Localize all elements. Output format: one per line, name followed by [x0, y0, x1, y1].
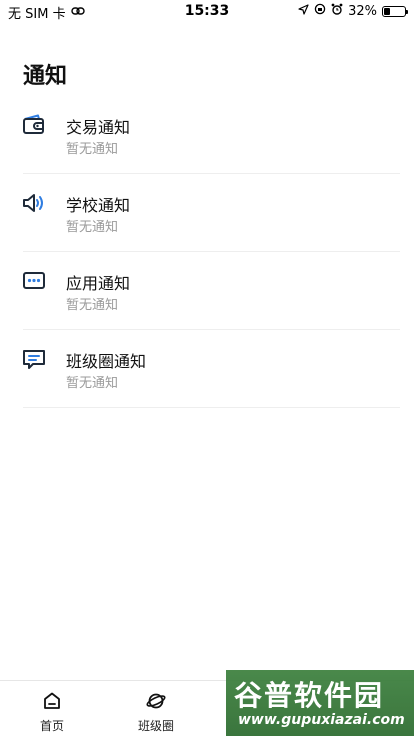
- notification-title: 应用通知: [66, 274, 131, 293]
- speaker-icon: [22, 192, 46, 214]
- notification-title: 学校通知: [66, 196, 131, 215]
- watermark-url: www.gupuxiazai.com: [238, 712, 405, 728]
- tab-home[interactable]: 首页: [0, 681, 104, 736]
- divider: [23, 407, 400, 408]
- page-title: 通知: [23, 64, 68, 89]
- notification-subtitle: 暂无通知: [66, 376, 119, 391]
- notification-item-trade[interactable]: 交易通知 暂无通知: [0, 96, 414, 174]
- notification-list: 交易通知 暂无通知 学校通知 暂无通知 应用通知 暂无通知 班级圈通知 暂无通知: [0, 96, 414, 408]
- planet-icon: [146, 691, 166, 711]
- message-dots-icon: [22, 270, 46, 292]
- status-right: 32%: [298, 3, 408, 19]
- tab-label: 班级圈: [137, 719, 174, 733]
- notification-item-class-circle[interactable]: 班级圈通知 暂无通知: [0, 330, 414, 408]
- notification-item-school[interactable]: 学校通知 暂无通知: [0, 174, 414, 252]
- wallet-icon: [22, 114, 46, 136]
- alarm-icon: [331, 3, 343, 19]
- chat-icon: [22, 348, 46, 370]
- battery-percent: 32%: [348, 3, 377, 19]
- notification-title: 交易通知: [66, 118, 131, 137]
- location-icon: [298, 3, 309, 19]
- battery-fill: [384, 7, 391, 15]
- watermark-logo: 谷普软件园: [234, 679, 385, 712]
- tab-class-circle[interactable]: 班级圈: [104, 681, 208, 736]
- notification-title: 班级圈通知: [66, 352, 147, 371]
- status-bar: 无 SIM 卡 15:33 32%: [0, 0, 414, 24]
- rotation-lock-icon: [314, 3, 326, 19]
- notification-item-app[interactable]: 应用通知 暂无通知: [0, 252, 414, 330]
- notification-subtitle: 暂无通知: [66, 298, 119, 313]
- tab-label: 首页: [39, 719, 64, 733]
- battery-icon: [382, 5, 408, 17]
- notification-subtitle: 暂无通知: [66, 142, 119, 157]
- home-icon: [42, 691, 62, 711]
- watermark: 谷普软件园 www.gupuxiazai.com: [226, 670, 414, 736]
- notification-subtitle: 暂无通知: [66, 220, 119, 235]
